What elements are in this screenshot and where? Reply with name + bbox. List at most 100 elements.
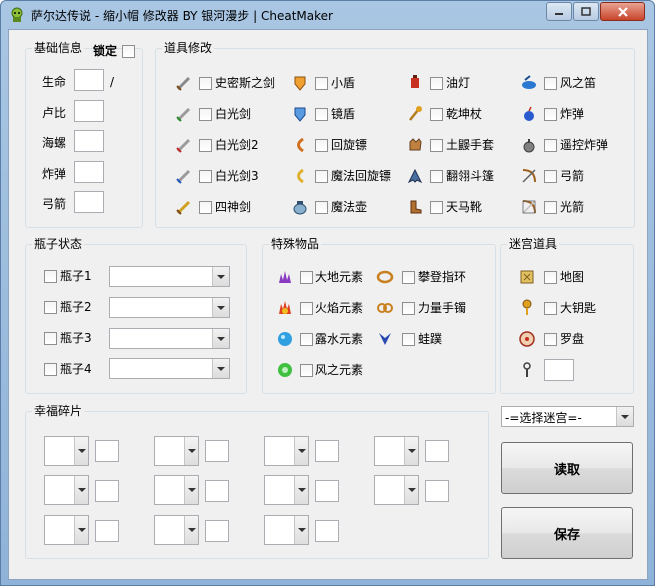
life-input[interactable] xyxy=(74,69,104,91)
bottle-checkbox-1[interactable] xyxy=(44,270,57,283)
item-label-15: 弓箭 xyxy=(560,169,585,183)
bottle-checkbox-3[interactable] xyxy=(44,332,57,345)
white-sword-3-icon xyxy=(176,169,191,184)
item-checkbox-11[interactable] xyxy=(544,139,557,152)
item-checkbox-10[interactable] xyxy=(430,139,443,152)
bomb-icon xyxy=(524,106,534,121)
special-checkbox-3[interactable] xyxy=(402,302,415,315)
bottle-select-3[interactable] xyxy=(109,328,230,349)
kinstone-select-9[interactable] xyxy=(44,515,89,545)
kinstone-count-5[interactable] xyxy=(95,480,119,502)
item-checkbox-6[interactable] xyxy=(430,108,443,121)
item-checkbox-13[interactable] xyxy=(315,170,328,183)
bomb-input[interactable] xyxy=(74,161,104,183)
kinstone-select-5[interactable] xyxy=(44,475,89,505)
shell-input[interactable] xyxy=(74,130,104,152)
bottle-select-2[interactable] xyxy=(109,297,230,318)
kinstone-count-8[interactable] xyxy=(425,480,449,502)
kinstone-count-3[interactable] xyxy=(315,440,339,462)
bottle-select-1[interactable] xyxy=(109,266,230,287)
item-checkbox-7[interactable] xyxy=(544,108,557,121)
item-checkbox-0[interactable] xyxy=(199,77,212,90)
maximize-button[interactable] xyxy=(573,2,599,21)
special-label-3: 力量手镯 xyxy=(418,301,467,315)
window-title: 萨尔达传说 - 缩小帽 修改器 BY 银河漫步 | CheatMaker xyxy=(31,9,333,23)
save-button[interactable]: 保存 xyxy=(501,507,633,559)
bomb-label: 炸弹 xyxy=(42,167,67,181)
white-sword-2-icon xyxy=(176,138,191,153)
kinstone-count-4[interactable] xyxy=(425,440,449,462)
kinstone-select-2[interactable] xyxy=(154,436,199,466)
bottle-select-4[interactable] xyxy=(109,358,230,379)
arrow-input[interactable] xyxy=(74,191,104,213)
item-label-9: 回旋镖 xyxy=(331,138,368,152)
kinstone-select-1[interactable] xyxy=(44,436,89,466)
lock-checkbox[interactable] xyxy=(122,45,135,58)
item-checkbox-8[interactable] xyxy=(199,139,212,152)
kinstone-select-6[interactable] xyxy=(154,475,199,505)
chevron-down-icon xyxy=(616,407,633,426)
dungeon-label-2: 罗盘 xyxy=(560,332,585,346)
special-checkbox-1[interactable] xyxy=(402,271,415,284)
item-label-14: 翻翎斗篷 xyxy=(446,169,495,183)
bottle-checkbox-4[interactable] xyxy=(44,363,57,376)
kinstone-count-10[interactable] xyxy=(205,520,229,542)
bow-icon xyxy=(522,169,536,183)
dungeon-select[interactable]: -=选择迷宫=- xyxy=(501,406,634,427)
special-checkbox-6[interactable] xyxy=(300,364,313,377)
kinstone-count-7[interactable] xyxy=(315,480,339,502)
kinstone-select-4[interactable] xyxy=(374,436,419,466)
chevron-down-icon xyxy=(184,437,198,465)
item-checkbox-16[interactable] xyxy=(199,201,212,214)
special-checkbox-4[interactable] xyxy=(300,333,313,346)
item-checkbox-4[interactable] xyxy=(199,108,212,121)
dungeon-checkbox-2[interactable] xyxy=(544,333,557,346)
minimize-button[interactable] xyxy=(546,2,572,21)
kinstone-title: 幸福碎片 xyxy=(32,404,85,419)
item-checkbox-2[interactable] xyxy=(430,77,443,90)
bottle-checkbox-2[interactable] xyxy=(44,301,57,314)
dungeon-checkbox-0[interactable] xyxy=(544,271,557,284)
item-label-10: 土鼹手套 xyxy=(446,138,495,152)
close-button[interactable] xyxy=(600,2,645,21)
chevron-down-icon xyxy=(74,516,88,544)
item-checkbox-5[interactable] xyxy=(315,108,328,121)
item-checkbox-3[interactable] xyxy=(544,77,557,90)
water-element-icon xyxy=(278,332,292,346)
shell-label: 海螺 xyxy=(42,136,67,150)
dungeon-checkbox-1[interactable] xyxy=(544,302,557,315)
small-key-icon xyxy=(523,362,531,377)
title-bar[interactable]: 萨尔达传说 - 缩小帽 修改器 BY 银河漫步 | CheatMaker xyxy=(1,1,654,29)
item-checkbox-17[interactable] xyxy=(315,201,328,214)
roc-cape-icon xyxy=(407,168,423,184)
kinstone-select-11[interactable] xyxy=(264,515,309,545)
kinstone-select-8[interactable] xyxy=(374,475,419,505)
kinstone-count-9[interactable] xyxy=(95,520,119,542)
item-checkbox-15[interactable] xyxy=(544,170,557,183)
bottle-label-4: 瓶子4 xyxy=(60,362,92,376)
item-checkbox-9[interactable] xyxy=(315,139,328,152)
small-key-input[interactable] xyxy=(544,359,574,381)
kinstone-select-10[interactable] xyxy=(154,515,199,545)
four-sword-icon xyxy=(176,200,191,215)
kinstone-select-7[interactable] xyxy=(264,475,309,505)
special-checkbox-5[interactable] xyxy=(402,333,415,346)
kinstone-select-3[interactable] xyxy=(264,436,309,466)
kinstone-count-6[interactable] xyxy=(205,480,229,502)
item-label-11: 遥控炸弹 xyxy=(560,138,609,152)
rupee-input[interactable] xyxy=(74,100,104,122)
chevron-down-icon xyxy=(184,516,198,544)
item-checkbox-1[interactable] xyxy=(315,77,328,90)
item-checkbox-14[interactable] xyxy=(430,170,443,183)
item-checkbox-18[interactable] xyxy=(430,201,443,214)
save-button-label: 保存 xyxy=(553,527,580,543)
kinstone-count-1[interactable] xyxy=(95,440,119,462)
item-checkbox-19[interactable] xyxy=(544,201,557,214)
special-checkbox-0[interactable] xyxy=(300,271,313,284)
read-button[interactable]: 读取 xyxy=(501,442,633,494)
dungeon-label-1: 大钥匙 xyxy=(560,301,597,315)
kinstone-count-2[interactable] xyxy=(205,440,229,462)
item-checkbox-12[interactable] xyxy=(199,170,212,183)
kinstone-count-11[interactable] xyxy=(315,520,339,542)
special-checkbox-2[interactable] xyxy=(300,302,313,315)
